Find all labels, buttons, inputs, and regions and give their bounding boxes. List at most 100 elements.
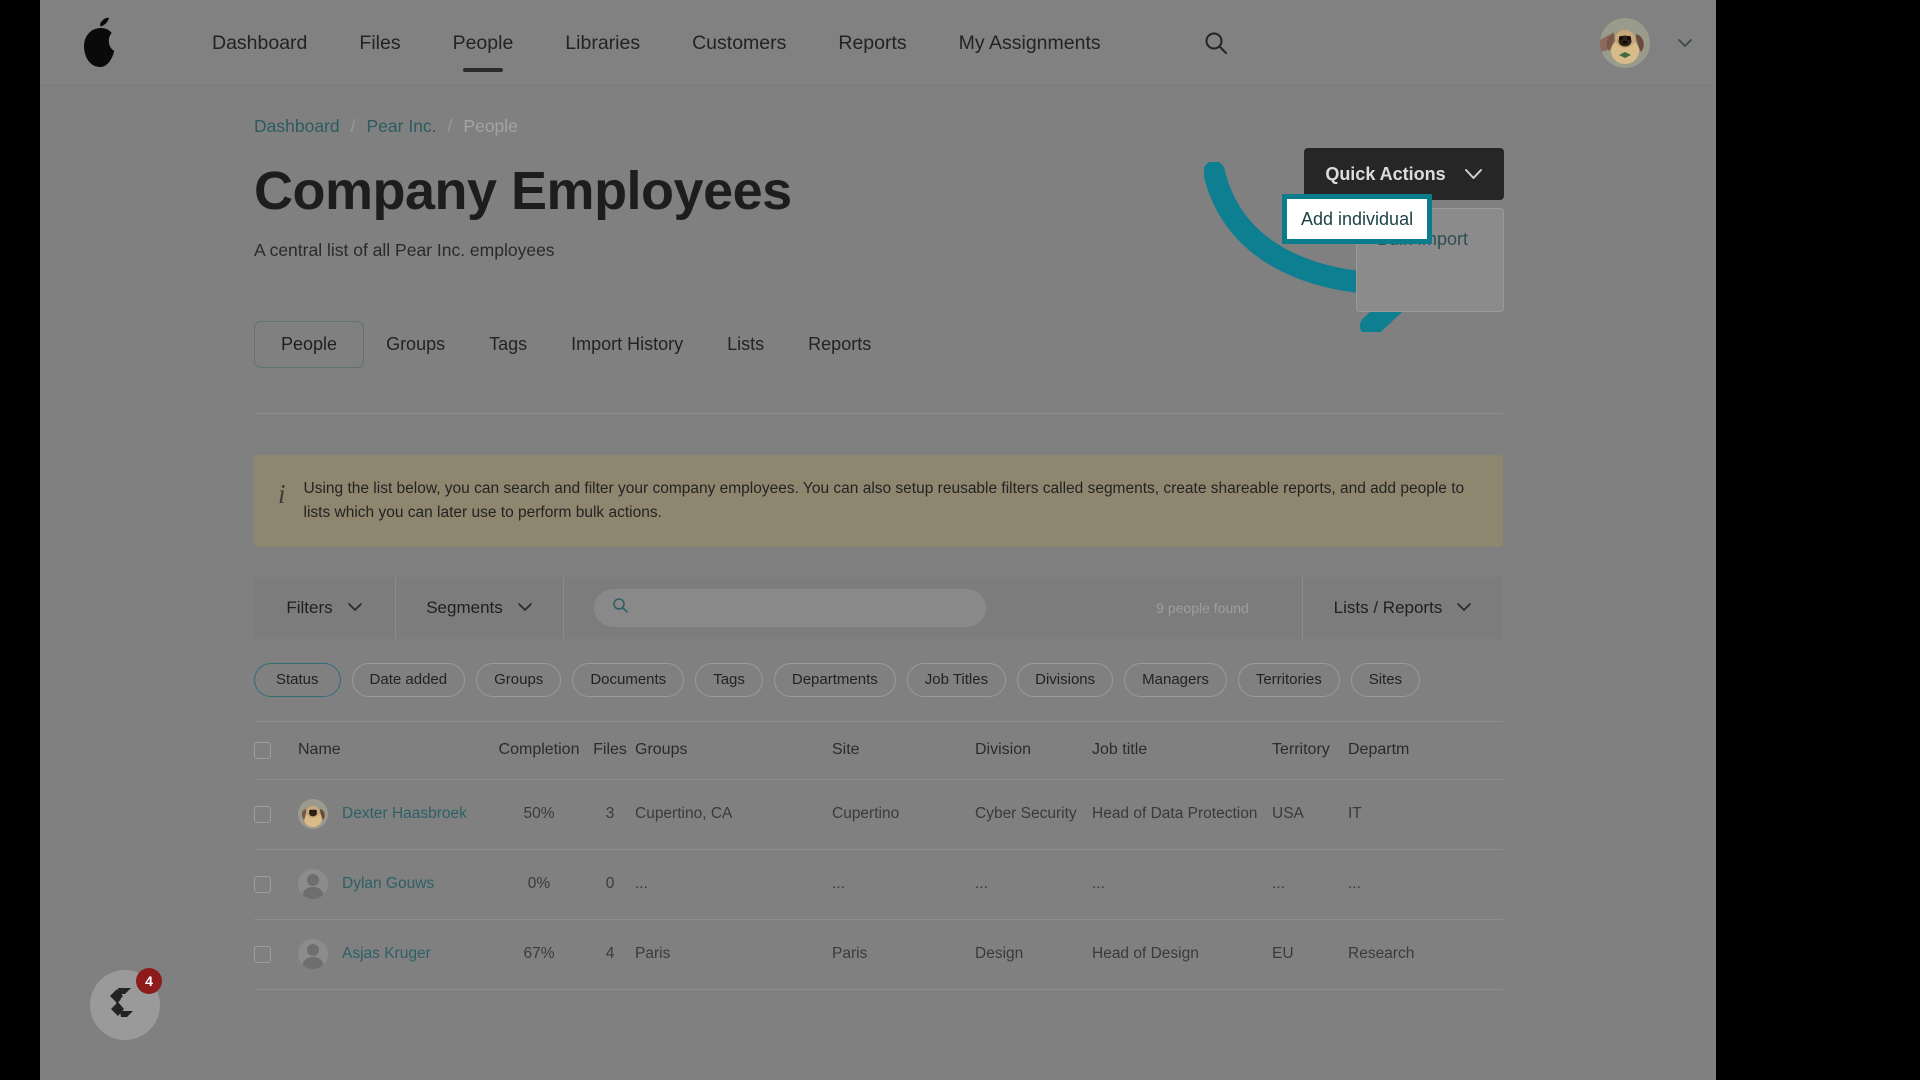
breadcrumb-item-dashboard[interactable]: Dashboard (254, 116, 340, 137)
tab-groups[interactable]: Groups (364, 322, 467, 367)
filter-chip-groups[interactable]: Groups (476, 662, 562, 697)
filter-chip-status[interactable]: Status (254, 662, 341, 697)
column-header-division[interactable]: Division (975, 741, 1092, 759)
cell-department: IT (1348, 805, 1362, 823)
cell-division: Design (975, 945, 1024, 963)
search-icon (612, 597, 629, 619)
quick-actions-label: Quick Actions (1325, 163, 1446, 184)
cell-job-title: ... (1092, 875, 1105, 893)
cell-completion: 50% (523, 805, 555, 823)
row-checkbox[interactable] (254, 945, 271, 963)
tab-import-history[interactable]: Import History (549, 322, 705, 367)
filters-dropdown[interactable]: Filters (254, 576, 396, 639)
filter-chip-divisions[interactable]: Divisions (1017, 662, 1114, 697)
info-banner-text: Using the list below, you can search and… (303, 479, 1465, 521)
chevron-down-icon (1464, 164, 1483, 185)
chevron-down-icon (517, 599, 533, 617)
segments-label: Segments (426, 597, 503, 617)
filter-chip-managers[interactable]: Managers (1124, 662, 1227, 697)
pear-logo-icon[interactable] (78, 17, 124, 69)
cell-name: Dylan Gouws (298, 869, 493, 900)
cell-name: Dexter Haasbroek (298, 799, 493, 830)
nav-link-files[interactable]: Files (333, 23, 426, 63)
column-header-name[interactable]: Name (298, 741, 493, 759)
column-header-territory[interactable]: Territory (1272, 741, 1348, 759)
account-menu[interactable] (1600, 17, 1694, 68)
chevron-down-icon[interactable] (1676, 34, 1694, 52)
nav-link-reports[interactable]: Reports (812, 23, 932, 63)
nav-link-libraries[interactable]: Libraries (539, 23, 666, 63)
column-header-files[interactable]: Files (585, 741, 635, 759)
nav-link-my-assignments[interactable]: My Assignments (933, 23, 1127, 63)
cell-files: 4 (605, 945, 615, 963)
top-navigation-bar: Dashboard Files People Libraries Custome… (40, 0, 1716, 86)
row-checkbox-cell[interactable] (254, 805, 298, 823)
filter-chip-tags[interactable]: Tags (695, 662, 763, 697)
menu-item-add-individual[interactable]: Add individual (1287, 199, 1427, 239)
column-header-groups[interactable]: Groups (635, 741, 832, 759)
row-checkbox[interactable] (254, 805, 271, 823)
column-header-completion[interactable]: Completion (493, 741, 585, 759)
person-name-link[interactable]: Dexter Haasbroek (342, 805, 467, 823)
filter-chip-documents[interactable]: Documents (572, 662, 685, 697)
lists-reports-label: Lists / Reports (1333, 597, 1443, 617)
nav-link-people[interactable]: People (427, 23, 540, 63)
tab-tags[interactable]: Tags (467, 322, 549, 367)
filter-chip-job-titles[interactable]: Job Titles (906, 662, 1007, 697)
column-header-department[interactable]: Departm (1348, 741, 1468, 759)
tab-lists[interactable]: Lists (705, 322, 786, 367)
people-found-count: 9 people found (1103, 576, 1303, 639)
chevron-down-icon (1456, 599, 1472, 617)
cell-files: 0 (605, 875, 615, 893)
nav-links: Dashboard Files People Libraries Custome… (186, 23, 1127, 63)
filter-chip-sites[interactable]: Sites (1350, 662, 1421, 697)
cell-completion: 0% (527, 875, 551, 893)
row-checkbox[interactable] (254, 875, 271, 893)
cell-division: ... (975, 875, 988, 893)
table-row[interactable]: Asjas Kruger 67% 4 Paris Paris Design He… (254, 920, 1503, 990)
tab-reports[interactable]: Reports (786, 322, 893, 367)
table-row[interactable]: Dylan Gouws 0% 0 ... ... ... ... ... ... (254, 850, 1503, 920)
filter-chip-departments[interactable]: Departments (773, 662, 896, 697)
search-input-wrapper[interactable] (594, 588, 986, 627)
cell-territory: USA (1272, 805, 1304, 823)
search-input[interactable] (639, 599, 986, 617)
filter-chip-date-added[interactable]: Date added (351, 662, 466, 697)
cell-files: 3 (605, 805, 615, 823)
avatar (298, 799, 328, 830)
info-icon: i (278, 478, 286, 509)
person-name-link[interactable]: Dylan Gouws (342, 875, 434, 893)
cell-completion: 67% (523, 945, 555, 963)
cell-job-title: Head of Data Protection (1092, 805, 1258, 823)
lists-reports-dropdown[interactable]: Lists / Reports (1303, 577, 1503, 639)
column-header-site[interactable]: Site (832, 741, 975, 759)
people-table: Name Completion Files Groups Site Divisi… (254, 722, 1503, 990)
select-all-checkbox[interactable] (254, 741, 271, 759)
row-checkbox-cell[interactable] (254, 945, 298, 963)
segments-dropdown[interactable]: Segments (396, 576, 564, 639)
nav-link-customers[interactable]: Customers (666, 23, 812, 63)
column-header-job-title[interactable]: Job title (1092, 741, 1272, 759)
info-banner: i Using the list below, you can search a… (254, 454, 1503, 547)
cell-groups: Paris (635, 945, 671, 963)
tab-people[interactable]: People (254, 320, 365, 368)
list-toolbar: Filters Segments 9 people found Lists / … (254, 576, 1503, 639)
help-widget-badge: 4 (136, 968, 162, 994)
breadcrumb-item-pear-inc[interactable]: Pear Inc. (367, 116, 437, 137)
cell-groups: ... (635, 875, 648, 893)
menu-item-add-individual-highlight: Add individual (1282, 194, 1432, 244)
table-row[interactable]: Dexter Haasbroek 50% 3 Cupertino, CA Cup… (254, 780, 1503, 850)
nav-link-dashboard[interactable]: Dashboard (186, 23, 333, 63)
help-widget-button[interactable]: 4 (90, 968, 162, 1040)
cell-site: Cupertino (832, 805, 900, 823)
row-checkbox-cell[interactable] (254, 875, 298, 893)
quick-actions-button[interactable]: Quick Actions (1304, 148, 1504, 200)
avatar[interactable] (1600, 17, 1650, 68)
quick-actions-menu: Quick Actions Bulk Import Add individual… (1282, 148, 1504, 312)
breadcrumb-separator: / (350, 116, 356, 136)
filter-chip-territories[interactable]: Territories (1237, 662, 1340, 697)
search-icon[interactable] (1203, 30, 1229, 56)
person-name-link[interactable]: Asjas Kruger (342, 945, 431, 963)
select-all-checkbox-cell[interactable] (254, 741, 298, 759)
breadcrumb: Dashboard / Pear Inc. / People (254, 86, 1503, 137)
